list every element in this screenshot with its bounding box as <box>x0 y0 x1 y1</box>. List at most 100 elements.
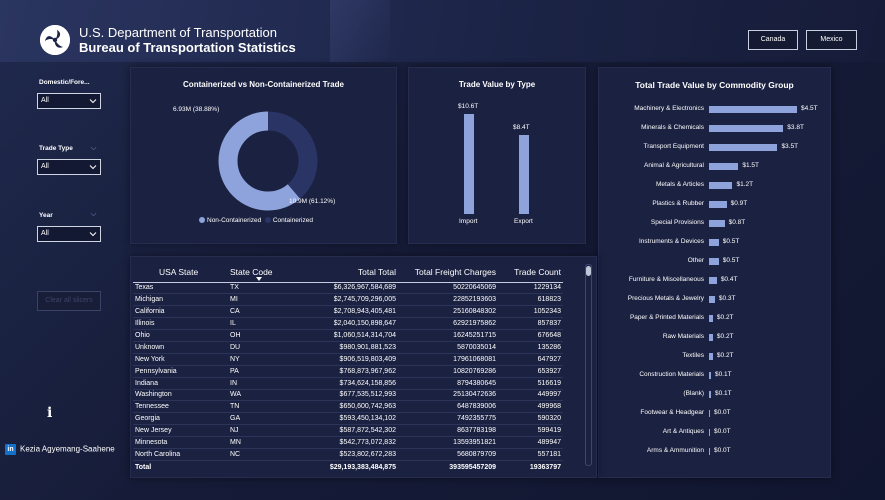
commodity-row[interactable]: Special Provisions $0.8T <box>599 217 832 231</box>
cell-total: $6,326,967,584,689 <box>298 282 398 295</box>
commodity-bar[interactable] <box>709 372 711 379</box>
info-icon[interactable]: i <box>47 405 52 421</box>
table-row[interactable]: Michigan MI $2,745,709,296,005 22852193603 6… <box>133 293 563 307</box>
cell-freight-charges: 8794380645 <box>398 377 498 390</box>
commodity-value-label: $0.2T <box>716 333 734 340</box>
commodity-row[interactable]: Transport Equipment $3.5T <box>599 141 832 155</box>
commodity-bar[interactable] <box>709 258 719 265</box>
table-row[interactable]: New York NY $906,519,803,409 17961068081 647… <box>133 353 563 366</box>
commodity-value-label: $0.1T <box>714 371 732 378</box>
nav-canada-button[interactable]: Canada <box>748 30 798 50</box>
commodity-row[interactable]: Plastics & Rubber $0.9T <box>599 198 832 212</box>
commodity-bar[interactable] <box>709 239 719 246</box>
commodity-row[interactable]: Construction Materials $0.1T <box>599 369 832 383</box>
sort-desc-icon <box>255 276 262 281</box>
table-row[interactable]: North Carolina NC $523,802,672,283 56808797… <box>133 448 563 461</box>
cell-state: California <box>133 305 228 319</box>
commodity-label: Textiles <box>682 352 704 359</box>
commodity-bar[interactable] <box>709 296 715 303</box>
commodity-label: Furniture & Miscellaneous <box>628 276 704 283</box>
table-total-row[interactable]: Total $29,193,383,484,875 393595457209 1936… <box>133 459 563 474</box>
commodity-label: Machinery & Electronics <box>634 105 704 112</box>
col-header-trade-count[interactable]: Trade Count <box>498 262 563 283</box>
col-header-total-total[interactable]: Total Total <box>298 262 398 283</box>
commodity-row[interactable]: Minerals & Chemicals $3.8T <box>599 122 832 136</box>
commodity-bar[interactable] <box>709 220 725 227</box>
commodity-bar[interactable] <box>709 448 710 455</box>
commodity-bar[interactable] <box>709 125 784 132</box>
commodity-row[interactable]: Footwear & Headgear $0.0T <box>599 407 832 421</box>
commodity-label: Other <box>687 257 704 264</box>
commodity-value-label: $3.5T <box>781 143 799 150</box>
commodity-bar[interactable] <box>709 315 713 322</box>
author-credit[interactable]: in Kezia Agyemang-Saahene <box>5 444 115 455</box>
slicer-domestic-foreign-dropdown[interactable]: All <box>37 93 101 109</box>
legend-swatch <box>199 217 205 223</box>
clear-all-slicers-button[interactable]: Clear all slicers <box>37 291 101 311</box>
commodity-row[interactable]: (Blank) $0.1T <box>599 388 832 402</box>
table-row[interactable]: Indiana IN $734,624,158,856 8794380645 51661… <box>133 377 563 390</box>
col-header-freight-charges[interactable]: Total Freight Charges <box>398 262 498 283</box>
table-row[interactable]: Minnesota MN $542,773,072,832 13593951821 48… <box>133 436 563 449</box>
cell-freight-charges: 6487839006 <box>398 400 498 414</box>
commodity-row[interactable]: Furniture & Miscellaneous $0.4T <box>599 274 832 288</box>
commodity-bar[interactable] <box>709 182 733 189</box>
table-row[interactable]: Unknown DU $980,901,881,523 5870035014 13528… <box>133 341 563 354</box>
col-header-usa-state[interactable]: USA State <box>133 262 228 283</box>
commodity-row[interactable]: Animal & Agricultural $1.5T <box>599 160 832 174</box>
table-row[interactable]: California CA $2,708,943,405,481 2516084830… <box>133 305 563 319</box>
commodity-bar[interactable] <box>709 163 739 170</box>
commodity-bar[interactable] <box>709 429 710 436</box>
cell-state: Illinois <box>133 317 228 331</box>
col-header-state-code[interactable]: State Code <box>228 262 298 283</box>
commodity-chart-title: Total Trade Value by Commodity Group <box>635 80 794 90</box>
slicer-value: All <box>41 230 49 237</box>
slicer-value: All <box>41 163 49 170</box>
table-row[interactable]: Washington WA $677,535,512,993 25130472636 4… <box>133 389 563 402</box>
table-row[interactable]: Texas TX $6,326,967,584,689 50220645069 1229… <box>133 282 563 295</box>
table-scrollbar[interactable] <box>585 264 592 466</box>
cell-state: New Jersey <box>133 424 228 438</box>
commodity-bar[interactable] <box>709 277 717 284</box>
table-row[interactable]: Ohio OH $1,060,514,314,704 16245251715 67664… <box>133 329 563 342</box>
commodity-bar[interactable] <box>709 334 713 341</box>
bar-export[interactable] <box>519 134 529 214</box>
table-row[interactable]: Tennessee TN $650,600,742,963 6487839006 499… <box>133 400 563 414</box>
chevron-down-icon <box>90 212 97 217</box>
cell-freight-charges: 25130472636 <box>398 389 498 402</box>
chevron-down-icon <box>89 232 97 237</box>
commodity-row[interactable]: Textiles $0.2T <box>599 350 832 364</box>
commodity-row[interactable]: Metals & Articles $1.2T <box>599 179 832 193</box>
table-row[interactable]: Georgia GA $593,450,134,102 7492355775 59032… <box>133 412 563 426</box>
slicer-year-dropdown[interactable]: All <box>37 226 101 242</box>
commodity-row[interactable]: Arms & Ammunition $0.0T <box>599 445 832 459</box>
chevron-down-icon <box>89 165 97 170</box>
commodity-row[interactable]: Art & Antiques $0.0T <box>599 426 832 440</box>
table-row[interactable]: Pennsylvania PA $768,873,967,962 1082076928… <box>133 365 563 378</box>
nav-mexico-button[interactable]: Mexico <box>806 30 857 50</box>
table-row[interactable]: New Jersey NJ $587,872,542,302 8637783198 59… <box>133 424 563 438</box>
table-scrollbar-thumb[interactable] <box>586 266 591 276</box>
commodity-bar[interactable] <box>709 391 711 398</box>
cell-freight-charges: 10820769286 <box>398 365 498 378</box>
commodity-row[interactable]: Other $0.5T <box>599 255 832 269</box>
commodity-bar[interactable] <box>709 353 713 360</box>
commodity-bar[interactable] <box>709 410 710 417</box>
cell-freight-charges: 5680879709 <box>398 448 498 461</box>
cell-state-code: MI <box>228 293 298 307</box>
commodity-row[interactable]: Machinery & Electronics $4.5T <box>599 103 832 117</box>
commodity-row[interactable]: Raw Materials $0.2T <box>599 331 832 345</box>
cell-state-code: OH <box>228 329 298 342</box>
bar-import[interactable] <box>464 114 474 214</box>
cell-total: $650,600,742,963 <box>298 400 398 414</box>
table-row[interactable]: Illinois IL $2,040,150,898,647 62921975862 8… <box>133 317 563 331</box>
commodity-bar[interactable] <box>709 201 727 208</box>
slicer-trade-type-dropdown[interactable]: All <box>37 159 101 175</box>
commodity-row[interactable]: Paper & Printed Materials $0.2T <box>599 312 832 326</box>
commodity-bar[interactable] <box>709 144 778 151</box>
commodity-bar[interactable] <box>709 106 797 113</box>
commodity-row[interactable]: Precious Metals & Jewelry $0.3T <box>599 293 832 307</box>
commodity-row[interactable]: Instruments & Devices $0.5T <box>599 236 832 250</box>
commodity-value-label: $0.2T <box>716 314 734 321</box>
cell-state-code: PA <box>228 365 298 378</box>
